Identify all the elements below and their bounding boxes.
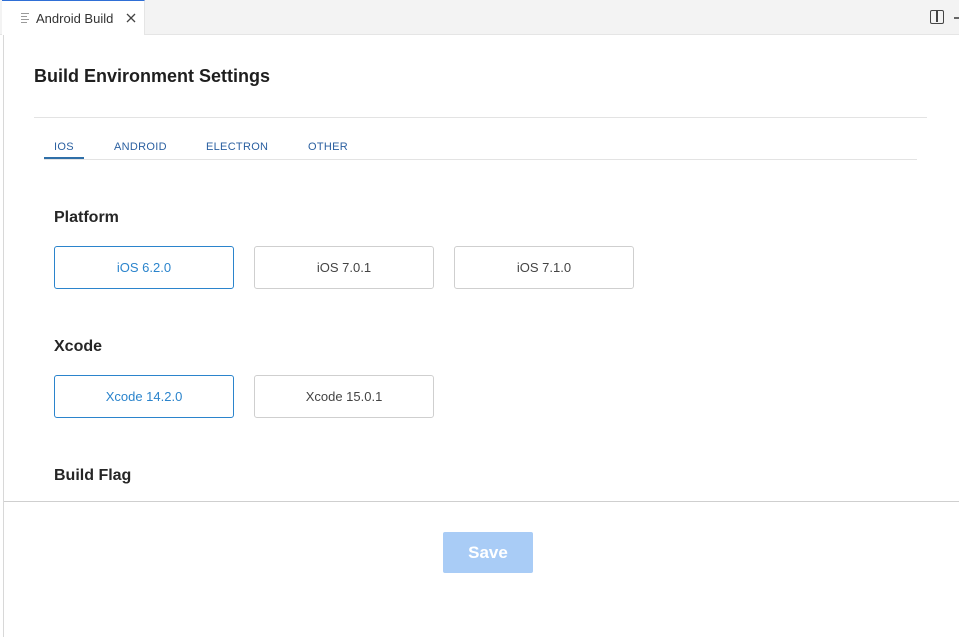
page-title: Build Environment Settings [34, 66, 271, 86]
close-icon[interactable] [125, 12, 137, 24]
more-actions-icon[interactable] [954, 17, 959, 19]
editor-tab-android-build[interactable]: Android Build [2, 0, 145, 35]
tab-electron[interactable]: ELECTRON [206, 141, 268, 153]
build-flag-label: Build Flag [54, 467, 132, 484]
tab-other[interactable]: OTHER [308, 141, 348, 153]
active-tab-indicator [44, 157, 84, 159]
editor-tab-title: Android Build [36, 11, 114, 26]
platform-option-ios-7-1-0[interactable]: iOS 7.1.0 [454, 246, 634, 289]
save-button[interactable]: Save [443, 532, 533, 573]
platform-option-ios-6-2-0[interactable]: iOS 6.2.0 [54, 246, 234, 289]
title-divider [34, 117, 927, 118]
xcode-option-14-2-0[interactable]: Xcode 14.2.0 [54, 375, 234, 418]
editor-content: Build Environment Settings IOS ANDROID E… [3, 35, 959, 637]
tab-android[interactable]: ANDROID [114, 141, 167, 153]
split-editor-icon[interactable] [930, 10, 944, 24]
settings-panel: Build Environment Settings IOS ANDROID E… [4, 35, 959, 502]
platform-tabs: IOS ANDROID ELECTRON OTHER [44, 135, 917, 160]
tab-ios[interactable]: IOS [54, 141, 74, 153]
editor-tab-bar: Android Build [0, 0, 959, 35]
platform-option-ios-7-0-1[interactable]: iOS 7.0.1 [254, 246, 434, 289]
platform-label: Platform [54, 209, 119, 226]
file-lines-icon [21, 13, 29, 23]
xcode-label: Xcode [54, 338, 103, 355]
xcode-option-15-0-1[interactable]: Xcode 15.0.1 [254, 375, 434, 418]
